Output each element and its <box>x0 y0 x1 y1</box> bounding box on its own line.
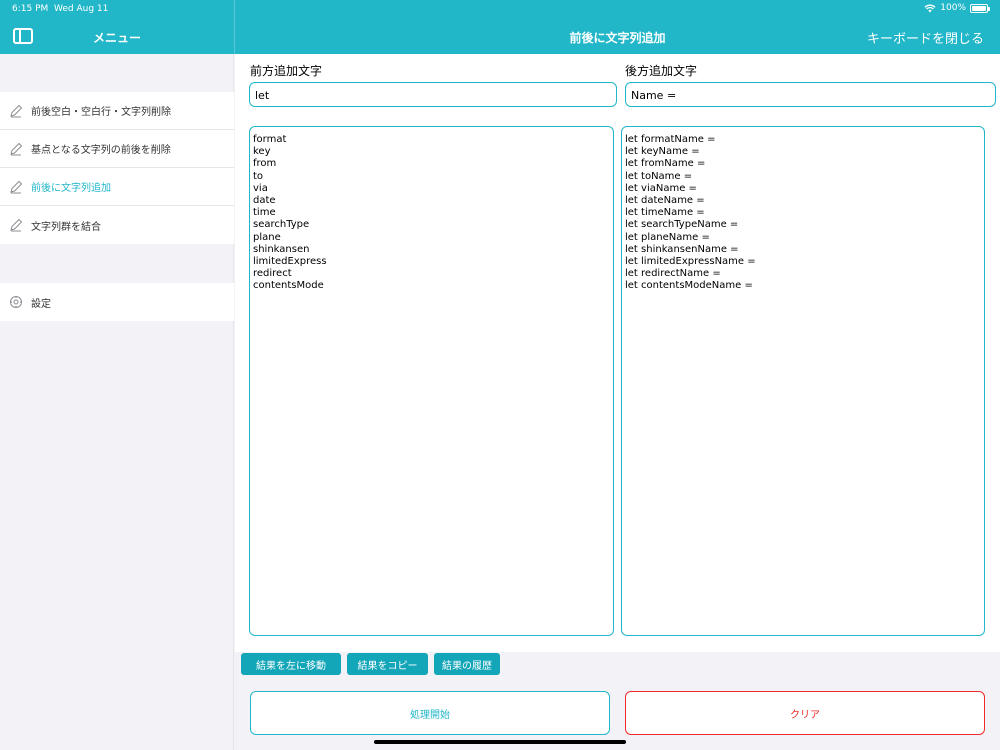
sidebar-item-add-around[interactable]: 前後に文字列追加 <box>0 168 234 206</box>
sidebar-item-join[interactable]: 文字列群を結合 <box>0 206 234 244</box>
result-history-button[interactable]: 結果の履歴 <box>434 653 500 675</box>
sidebar-menu-group: 前後空白・空白行・文字列削除 基点となる文字列の前後を削除 前後に文字列追加 文… <box>0 92 234 244</box>
text-line: let dateName = <box>625 195 705 207</box>
text-line: searchType <box>253 219 310 231</box>
sidebar-item-settings[interactable]: 設定 <box>0 283 234 321</box>
sidebar-item-label: 文字列群を結合 <box>31 221 101 233</box>
input-textarea[interactable]: format key from to via date time searchType plan… <box>249 126 614 636</box>
text-line: to <box>253 170 264 182</box>
text-line: let limitedExpressName = <box>625 256 756 268</box>
suffix-input[interactable]: Name = <box>625 82 996 107</box>
move-result-left-button[interactable]: 結果を左に移動 <box>241 653 341 675</box>
sidebar-settings-group: 設定 <box>0 283 234 321</box>
text-line: format <box>253 134 287 145</box>
status-time: 6:15 PM <box>12 4 49 14</box>
close-keyboard-button[interactable]: キーボードを閉じる <box>867 28 984 47</box>
text-line: limitedExpress <box>253 256 327 268</box>
text-line: let shinkansenName = <box>625 243 739 255</box>
status-date: Wed Aug 11 <box>54 4 109 14</box>
battery-icon <box>970 3 990 13</box>
text-line: let redirectName = <box>625 268 721 280</box>
sidebar-item-label: 基点となる文字列の前後を削除 <box>31 145 171 156</box>
status-indicators: 100% <box>924 3 990 13</box>
pencil-icon <box>0 218 31 232</box>
text-line: let viaName = <box>625 182 697 194</box>
copy-result-button[interactable]: 結果をコピー <box>347 653 428 675</box>
text-line: from <box>253 158 277 170</box>
text-line: date <box>253 195 276 207</box>
sidebar-item-label: 前後空白・空白行・文字列削除 <box>31 107 171 118</box>
sidebar-item-trim[interactable]: 前後空白・空白行・文字列削除 <box>0 92 234 130</box>
navigation-bar: 6:15 PM Wed Aug 11 100% メニュー 前後に文字列追加 キー… <box>0 0 1000 54</box>
text-line: let contentsModeName = <box>625 280 753 292</box>
text-line: let timeName = <box>625 207 705 219</box>
text-line: plane <box>253 231 281 243</box>
text-line: let formatName = <box>625 134 716 145</box>
text-line: via <box>253 182 268 194</box>
output-textarea[interactable]: let formatName = let keyName = let fromNam… <box>621 126 985 636</box>
pencil-icon <box>0 104 31 118</box>
text-line: key <box>253 146 271 158</box>
wifi-icon <box>924 4 936 12</box>
sidebar-item-label: 前後に文字列追加 <box>31 183 111 194</box>
home-indicator <box>374 740 626 744</box>
gear-icon <box>0 295 31 309</box>
text-line: shinkansen <box>253 243 310 255</box>
suffix-label: 後方追加文字 <box>625 64 698 78</box>
status-bar: 6:15 PM Wed Aug 11 100% <box>0 0 1000 18</box>
text-line: let searchTypeName = <box>625 219 739 231</box>
sidebar: 前後空白・空白行・文字列削除 基点となる文字列の前後を削除 前後に文字列追加 文… <box>0 54 234 750</box>
pencil-icon <box>0 142 31 156</box>
pencil-icon <box>0 180 31 194</box>
battery-percent: 100% <box>940 3 966 13</box>
text-line: let toName = <box>625 170 693 182</box>
text-line: let fromName = <box>625 158 706 170</box>
text-line: redirect <box>253 268 292 280</box>
text-line: let keyName = <box>625 146 700 158</box>
clear-button[interactable]: クリア <box>625 691 985 735</box>
menu-title: メニュー <box>92 31 141 45</box>
prefix-label: 前方追加文字 <box>250 64 323 78</box>
prefix-input[interactable]: let <box>249 82 617 107</box>
text-line: let planeName = <box>625 231 710 243</box>
text-line: contentsMode <box>253 280 324 292</box>
text-line: time <box>253 207 276 219</box>
start-process-button[interactable]: 処理開始 <box>250 691 610 735</box>
sidebar-item-remove-around[interactable]: 基点となる文字列の前後を削除 <box>0 130 234 168</box>
sidebar-item-label: 設定 <box>31 298 51 310</box>
